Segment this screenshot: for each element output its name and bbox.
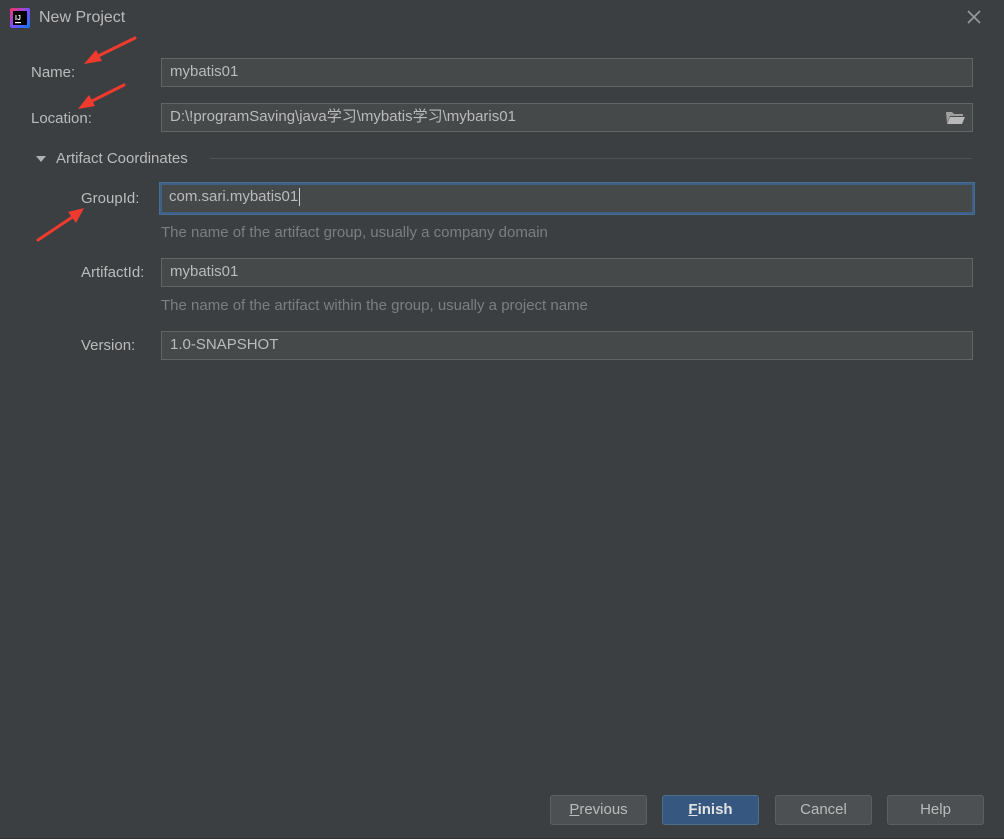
previous-label: revious [579,801,628,818]
artifactid-hint: The name of the artifact within the grou… [161,297,588,314]
section-title-artifact-coordinates[interactable]: Artifact Coordinates [56,150,188,167]
groupid-value: com.sari.mybatis01 [169,188,299,205]
name-input[interactable]: mybatis01 [161,58,973,87]
text-caret [299,188,301,207]
title-bar: IJ New Project [0,0,1004,38]
version-input[interactable]: 1.0-SNAPSHOT [161,331,973,360]
previous-mnemonic: P [569,801,580,818]
previous-button[interactable]: Previous [550,795,647,825]
close-icon[interactable] [964,7,984,27]
version-label: Version: [81,337,136,354]
location-value: D:\!programSaving\java学习\mybatis学习\mybar… [170,108,516,125]
triangle-down-icon[interactable] [35,154,47,164]
window-title: New Project [39,9,126,26]
finish-mnemonic: F [688,801,698,818]
folder-open-icon[interactable] [943,106,967,128]
help-button[interactable]: Help [887,795,984,825]
section-divider [210,158,972,159]
location-label: Location: [31,110,92,127]
artifactid-label: ArtifactId: [81,264,145,281]
groupid-label: GroupId: [81,190,140,207]
svg-text:IJ: IJ [15,15,21,22]
name-label: Name: [31,64,76,81]
red-arrow-icon [36,208,84,242]
finish-label: inish [697,801,733,818]
red-arrow-icon [84,36,137,64]
cancel-button[interactable]: Cancel [775,795,872,825]
groupid-input[interactable]: com.sari.mybatis01 [160,183,974,214]
groupid-hint: The name of the artifact group, usually … [161,224,548,241]
location-input[interactable]: D:\!programSaving\java学习\mybatis学习\mybar… [161,103,973,132]
finish-button[interactable]: Finish [662,795,759,825]
artifactid-input[interactable]: mybatis01 [161,258,973,287]
red-arrow-icon [78,83,126,109]
intellij-idea-icon: IJ [10,8,30,28]
